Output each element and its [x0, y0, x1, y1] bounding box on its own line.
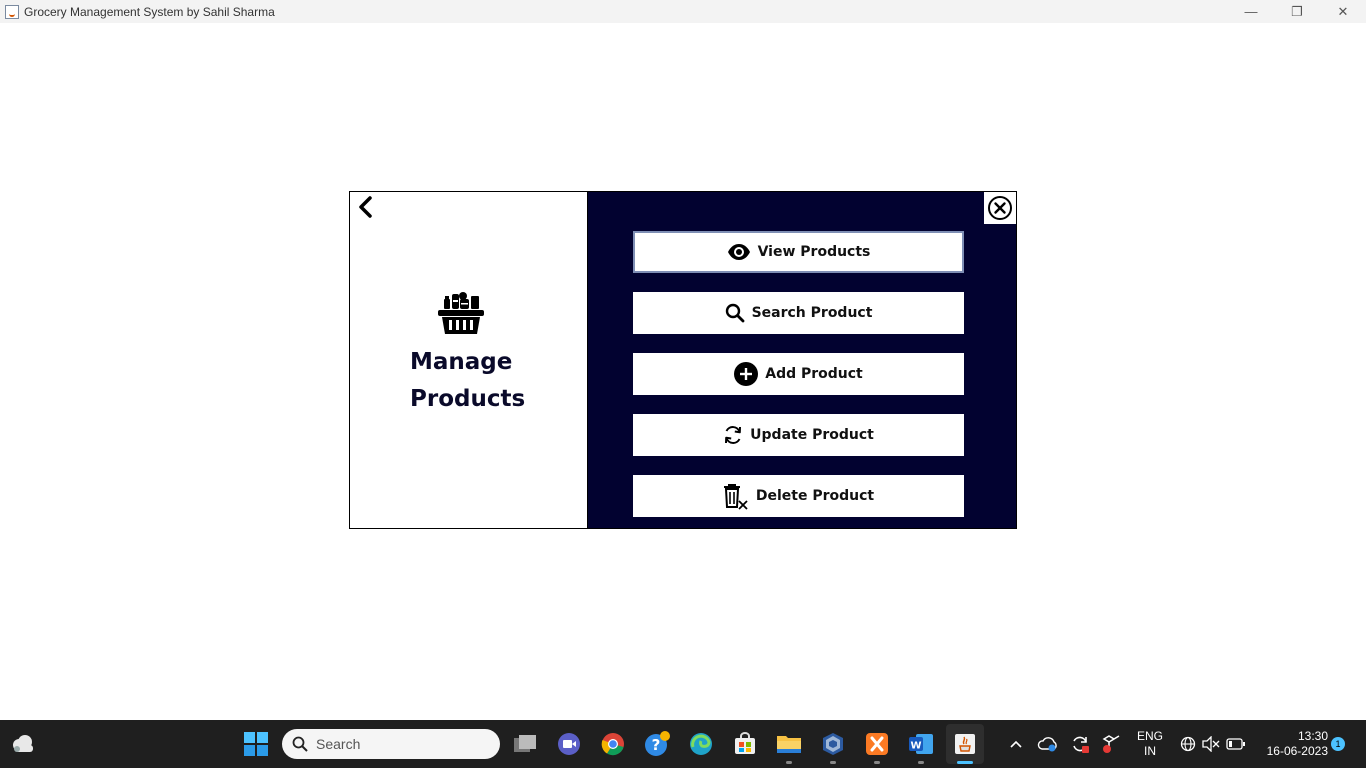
search-product-label: Search Product	[751, 305, 873, 321]
app-tray-icon[interactable]	[1100, 720, 1122, 768]
file-explorer-indicator	[786, 761, 792, 764]
store-icon	[735, 732, 755, 754]
update-product-label: Update Product	[750, 427, 874, 443]
window-title: Grocery Management System by Sahil Sharm…	[24, 4, 275, 19]
store-app[interactable]	[732, 720, 758, 768]
battery-icon	[1226, 738, 1245, 750]
eye-icon	[727, 244, 750, 260]
page-title: Manage Products	[410, 344, 570, 418]
language-code: ENG	[1136, 729, 1163, 743]
task-view-icon	[514, 735, 536, 752]
globe-icon	[1180, 736, 1196, 752]
java-app[interactable]	[946, 724, 984, 764]
notification-center[interactable]: 1	[1330, 720, 1346, 768]
back-button[interactable]	[355, 195, 377, 219]
show-hidden-icons-button[interactable]	[1006, 720, 1026, 768]
language-indicator[interactable]: ENG IN	[1132, 720, 1168, 768]
edge-icon	[690, 733, 712, 755]
svg-text:?: ?	[652, 736, 661, 754]
manage-products-dialog: Manage Products View Products Search Pro…	[349, 191, 1017, 529]
update-product-button[interactable]: Update Product	[633, 414, 964, 456]
cloud-sync-icon	[1037, 737, 1057, 752]
notification-badge: 1	[1331, 737, 1345, 751]
battery-tray-icon[interactable]	[1224, 720, 1248, 768]
clock-text: 13:30 16-06-2023	[1256, 729, 1328, 759]
delete-product-button[interactable]: Delete Product	[633, 475, 964, 517]
chevron-left-icon	[359, 196, 372, 218]
close-dialog-button[interactable]	[984, 192, 1016, 224]
edge-app[interactable]	[688, 720, 714, 768]
search-icon	[725, 303, 744, 323]
cloud-icon	[13, 735, 33, 752]
region-code: IN	[1143, 744, 1156, 758]
chrome-icon	[601, 733, 624, 756]
word-icon: W	[909, 734, 933, 754]
close-circle-icon	[988, 196, 1012, 220]
view-products-label: View Products	[757, 244, 871, 260]
taskbar-search-placeholder: Search	[316, 736, 361, 752]
restore-button[interactable]: ❐	[1274, 0, 1320, 23]
delete-product-label: Delete Product	[755, 488, 875, 504]
clock-time: 13:30	[1297, 729, 1328, 743]
help-icon: ?	[645, 731, 670, 756]
window-titlebar: Grocery Management System by Sahil Sharm…	[0, 0, 1366, 23]
box-notification-icon	[1102, 735, 1120, 753]
help-app[interactable]: ?	[644, 720, 670, 768]
view-products-button[interactable]: View Products	[633, 231, 964, 273]
video-chat-icon	[558, 733, 580, 755]
volume-muted-icon	[1202, 736, 1220, 752]
minimize-button[interactable]: —	[1228, 0, 1274, 23]
meet-app[interactable]	[556, 720, 582, 768]
java-active-indicator	[957, 761, 973, 764]
xampp-indicator	[874, 761, 880, 764]
search-icon	[292, 736, 308, 752]
taskbar-search-box[interactable]: Search	[282, 729, 500, 759]
add-product-button[interactable]: Add Product	[633, 353, 964, 395]
volume-tray-icon[interactable]	[1200, 720, 1222, 768]
dialog-left-panel: Manage Products	[350, 192, 588, 528]
language-text: ENG IN	[1137, 729, 1163, 759]
chevron-up-icon	[1010, 740, 1022, 748]
java-app-icon	[5, 4, 19, 19]
window-controls: — ❐ ✕	[1228, 0, 1366, 23]
taskbar: Search ? W ENG IN 13:30 16-06-2023 1	[0, 720, 1366, 768]
page-title-line2: Products	[410, 386, 526, 412]
java-icon	[955, 734, 975, 754]
page-title-line1: Manage	[410, 349, 513, 375]
add-product-label: Add Product	[765, 366, 863, 382]
virtualbox-icon	[823, 733, 843, 755]
folder-icon	[777, 736, 801, 753]
plus-circle-icon	[734, 362, 759, 386]
clock[interactable]: 13:30 16-06-2023	[1256, 720, 1328, 768]
windows-logo-icon	[244, 732, 268, 756]
update-tray-icon[interactable]	[1068, 720, 1092, 768]
virtualbox-indicator	[830, 761, 836, 764]
close-window-button[interactable]: ✕	[1320, 0, 1366, 23]
network-tray-icon[interactable]	[1178, 720, 1198, 768]
dialog-right-panel: View Products Search Product Add Product	[588, 192, 1016, 528]
weather-widget[interactable]	[8, 720, 38, 768]
refresh-icon	[725, 426, 742, 444]
search-product-button[interactable]: Search Product	[633, 292, 964, 334]
task-view-button[interactable]	[512, 720, 538, 768]
sync-icon	[1073, 736, 1089, 753]
onedrive-tray-icon[interactable]	[1036, 720, 1060, 768]
trash-icon	[723, 484, 748, 510]
clock-date: 16-06-2023	[1266, 744, 1328, 758]
start-button[interactable]	[242, 720, 270, 768]
grocery-basket-icon	[438, 292, 484, 334]
chrome-app[interactable]	[600, 720, 626, 768]
word-indicator	[918, 761, 924, 764]
xampp-icon	[866, 733, 888, 755]
svg-text:W: W	[910, 741, 921, 752]
